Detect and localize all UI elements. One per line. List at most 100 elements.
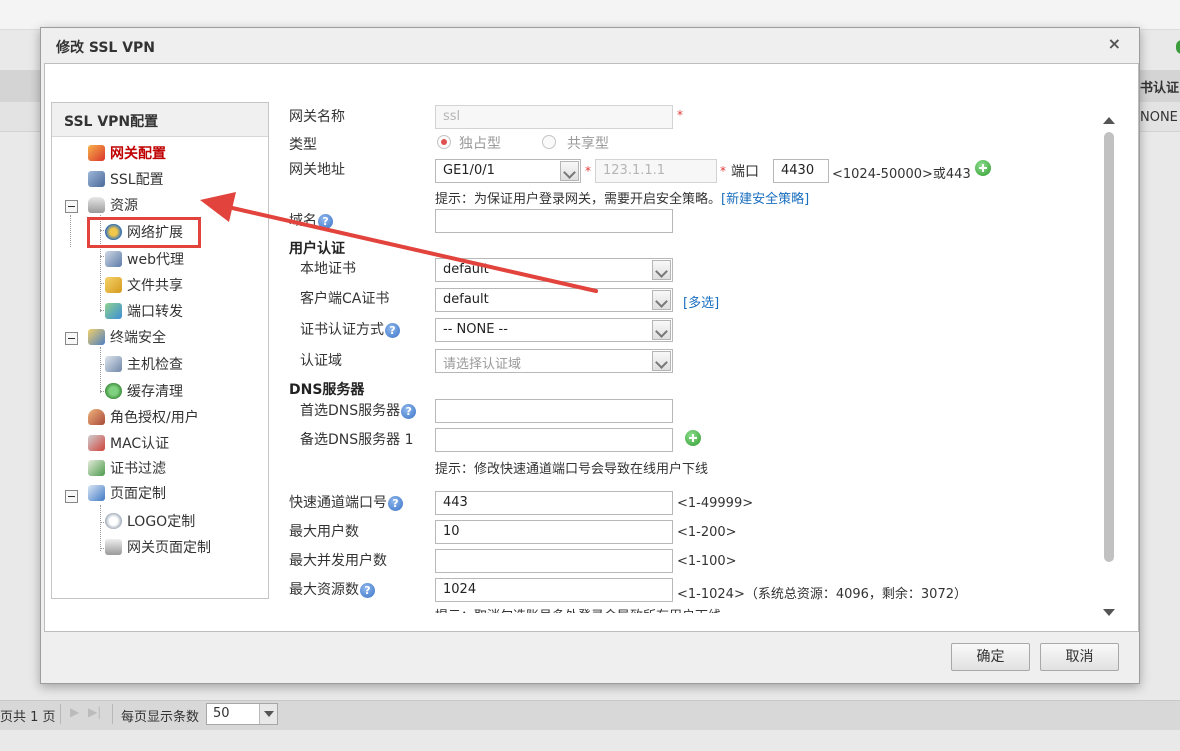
cut-hint: 提示：取消勾选账号多处登录会导致所有用户下线: [435, 605, 721, 613]
gateway-page-icon: [105, 539, 122, 555]
local-cert-select[interactable]: default: [435, 258, 673, 282]
tree-item-cert-filter[interactable]: 证书过滤: [88, 459, 166, 479]
mac-auth-icon: [88, 435, 105, 451]
client-ca-label: 客户端CA证书: [300, 291, 390, 307]
tree-item-web-proxy[interactable]: web代理: [105, 250, 184, 270]
primary-dns-field[interactable]: [435, 399, 673, 423]
port-range-text: <1024-50000>或443: [832, 167, 971, 182]
config-tree: SSL VPN配置 网关配置 SSL配置 资源 网络扩展 web代理 文件共享 …: [51, 102, 269, 599]
gateway-hint-text: 提示：为保证用户登录网关，需要开启安全策略。: [435, 192, 722, 207]
status-dot-icon: [1176, 40, 1180, 54]
pager-next-button[interactable]: ▶: [70, 705, 79, 719]
gateway-address-label: 网关地址: [289, 162, 345, 178]
annotation-highlight-box: [87, 217, 201, 248]
table-cell-cert-auth: NONE: [1140, 110, 1178, 125]
fast-port-range: <1-49999>: [677, 496, 754, 511]
host-check-icon: [105, 356, 122, 372]
cut-hint-clip: 提示：取消勾选账号多处登录会导致所有用户下线: [435, 605, 955, 613]
tree-item-gateway-page[interactable]: 网关页面定制: [105, 538, 211, 558]
tree-item-port-forward[interactable]: 端口转发: [105, 302, 183, 322]
fast-port-label: 快速通道端口号?: [289, 492, 403, 512]
tree-item-terminal-security[interactable]: 终端安全: [88, 328, 166, 348]
tree-item-mac-auth[interactable]: MAC认证: [88, 434, 169, 454]
primary-dns-label: 首选DNS服务器?: [300, 400, 417, 420]
collapse-terminal-toggle[interactable]: [65, 332, 78, 345]
type-shared-radio[interactable]: [542, 135, 556, 149]
type-shared-label: 共享型: [567, 136, 609, 152]
max-resources-field[interactable]: 1024: [435, 578, 673, 602]
ok-button[interactable]: 确定: [951, 643, 1030, 671]
domain-field[interactable]: [435, 209, 673, 233]
help-icon[interactable]: ?: [385, 323, 400, 338]
column-header-cert-auth: 书认证: [1140, 81, 1180, 96]
dns-section-title: DNS服务器: [289, 382, 365, 398]
max-concurrent-field[interactable]: [435, 549, 673, 573]
max-concurrent-label: 最大并发用户数: [289, 553, 387, 569]
gateway-name-field[interactable]: ssl: [435, 105, 673, 129]
required-mark: *: [677, 108, 683, 122]
pager-pages-text: 页共 1 页: [0, 710, 56, 725]
close-icon[interactable]: ×: [1108, 34, 1121, 53]
client-ca-value: default: [443, 292, 489, 307]
cert-auth-value: -- NONE --: [443, 322, 508, 337]
chevron-down-icon: [652, 290, 671, 310]
type-exclusive-radio[interactable]: [437, 135, 451, 149]
new-security-policy-link[interactable]: [新建安全策略]: [721, 192, 809, 207]
tree-item-ssl-config[interactable]: SSL配置: [88, 170, 164, 190]
role-user-icon: [88, 409, 105, 425]
interface-value: GE1/0/1: [443, 163, 495, 178]
max-resources-range: <1-1024>（系统总资源：4096，剩余：3072）: [677, 587, 967, 602]
tree-header-title: SSL VPN配置: [64, 114, 159, 130]
interface-select[interactable]: GE1/0/1: [435, 159, 581, 183]
add-address-plus-icon[interactable]: [975, 160, 991, 176]
cancel-button[interactable]: 取消: [1040, 643, 1119, 671]
background-topbar: [0, 0, 1180, 30]
cert-auth-select[interactable]: -- NONE --: [435, 318, 673, 342]
pager-last-button[interactable]: ▶|: [88, 705, 101, 719]
collapse-page-toggle[interactable]: [65, 490, 78, 503]
add-dns-plus-icon[interactable]: [685, 430, 701, 446]
max-users-field[interactable]: 10: [435, 520, 673, 544]
ssl-config-icon: [88, 171, 105, 187]
auth-domain-select[interactable]: 请选择认证域: [435, 349, 673, 373]
local-cert-value: default: [443, 262, 489, 277]
scrollbar-thumb[interactable]: [1104, 132, 1114, 562]
help-icon[interactable]: ?: [401, 404, 417, 419]
tree-item-resource[interactable]: 资源: [88, 196, 138, 216]
pager-divider: [112, 704, 113, 724]
auth-domain-placeholder: 请选择认证域: [443, 357, 522, 372]
tree-item-logo-custom[interactable]: LOGO定制: [105, 512, 195, 532]
scroll-up-icon[interactable]: [1103, 117, 1115, 124]
chevron-down-icon: [259, 704, 277, 724]
help-icon[interactable]: ?: [318, 214, 333, 229]
per-page-select[interactable]: 50: [206, 703, 278, 725]
tree-item-gateway-config[interactable]: 网关配置: [88, 144, 166, 164]
tree-item-role-user[interactable]: 角色授权/用户: [88, 408, 199, 428]
gateway-name-label: 网关名称: [289, 109, 345, 125]
port-forward-icon: [105, 303, 122, 319]
secondary-dns-label: 备选DNS服务器 1: [300, 432, 414, 448]
help-icon[interactable]: ?: [360, 583, 375, 598]
terminal-security-icon: [88, 329, 105, 345]
fast-port-field[interactable]: 443: [435, 491, 673, 515]
tree-item-page-custom[interactable]: 页面定制: [88, 484, 166, 504]
port-field[interactable]: 4430: [773, 159, 829, 183]
scroll-down-icon[interactable]: [1103, 609, 1115, 616]
max-resources-label: 最大资源数?: [289, 579, 375, 599]
per-page-value: 50: [213, 706, 230, 721]
tree-item-file-share[interactable]: 文件共享: [105, 276, 183, 296]
required-mark: *: [720, 164, 726, 178]
pager-divider: [60, 704, 61, 724]
help-icon[interactable]: ?: [388, 496, 403, 511]
local-cert-label: 本地证书: [300, 261, 356, 277]
gateway-ip-field[interactable]: 123.1.1.1: [595, 159, 717, 183]
tree-item-cache-clean[interactable]: 缓存清理: [105, 382, 183, 402]
user-auth-section-title: 用户认证: [289, 241, 345, 257]
multi-select-link[interactable]: [多选]: [683, 292, 719, 311]
client-ca-select[interactable]: default: [435, 288, 673, 312]
type-exclusive-label: 独占型: [459, 136, 501, 152]
collapse-resource-toggle[interactable]: [65, 200, 78, 213]
tree-item-host-check[interactable]: 主机检查: [105, 355, 183, 375]
web-proxy-icon: [105, 251, 122, 267]
secondary-dns-field[interactable]: [435, 428, 673, 452]
